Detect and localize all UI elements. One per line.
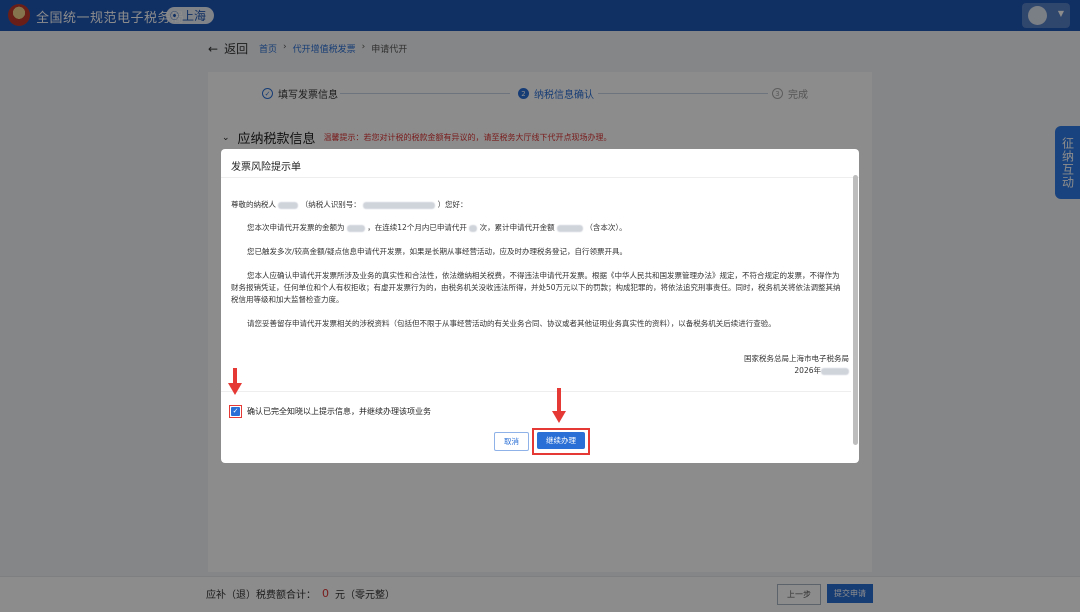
p1-prefix: 您本次申请代开发票的金额为	[247, 223, 345, 232]
redacted-total	[557, 224, 583, 232]
p1-mid2: 次，累计申请代开金额	[479, 223, 555, 232]
redacted-amount	[346, 224, 365, 232]
paragraph-3: 您本人应确认申请代开发票所涉及业务的真实性和合法性，依法缴纳相关税费，不得违法申…	[231, 271, 841, 304]
confirm-label[interactable]: 确认已完全知晓以上提示信息，并继续办理该项业务	[247, 406, 431, 417]
confirm-checkbox[interactable]: ✓	[231, 407, 240, 416]
redacted-date	[821, 367, 849, 375]
divider	[221, 177, 859, 178]
date-prefix: 2026年	[794, 366, 821, 375]
confirm-checkbox-highlight: ✓	[229, 405, 242, 418]
divider	[221, 391, 851, 392]
redacted-count	[469, 224, 478, 232]
modal-title: 发票风险提示单	[231, 162, 301, 173]
greeting-prefix: 尊敬的纳税人	[231, 200, 276, 209]
paragraph-4: 请您妥善留存申请代开发票相关的涉税资料（包括但不限于从事经营活动的有关业务合同、…	[247, 319, 776, 328]
greeting-suffix: ）您好：	[437, 200, 468, 209]
signer-block: 国家税务总局上海市电子税务局 2026年	[744, 353, 849, 377]
signer-name: 国家税务总局上海市电子税务局	[744, 354, 849, 363]
cancel-button[interactable]: 取消	[494, 432, 529, 451]
paragraph-2: 您已触发多次/较高金额/疑点信息申请代开发票，如果是长期从事经营活动，应及时办理…	[247, 247, 628, 256]
paragraph-1: 您本次申请代开发票的金额为 ，在连续12个月内已申请代开 次，累计申请代开金额 …	[247, 222, 627, 234]
redacted-name	[278, 201, 299, 209]
invoice-risk-modal: 发票风险提示单 尊敬的纳税人 （纳税人识别号： ）您好： 您本次申请代开发票的金…	[221, 149, 859, 463]
greeting: 尊敬的纳税人 （纳税人识别号： ）您好：	[231, 199, 468, 211]
modal-scrollbar[interactable]	[853, 175, 858, 445]
p1-mid: ，在连续12个月内已申请代开	[367, 223, 467, 232]
signer-date: 2026年	[744, 365, 849, 377]
p1-suffix: （含本次）。	[585, 223, 627, 232]
redacted-tax-id	[363, 201, 436, 209]
confirm-row: ✓ 确认已完全知晓以上提示信息，并继续办理该项业务	[229, 405, 431, 418]
continue-button[interactable]: 继续办理	[537, 432, 585, 449]
greeting-mid: （纳税人识别号：	[300, 200, 361, 209]
